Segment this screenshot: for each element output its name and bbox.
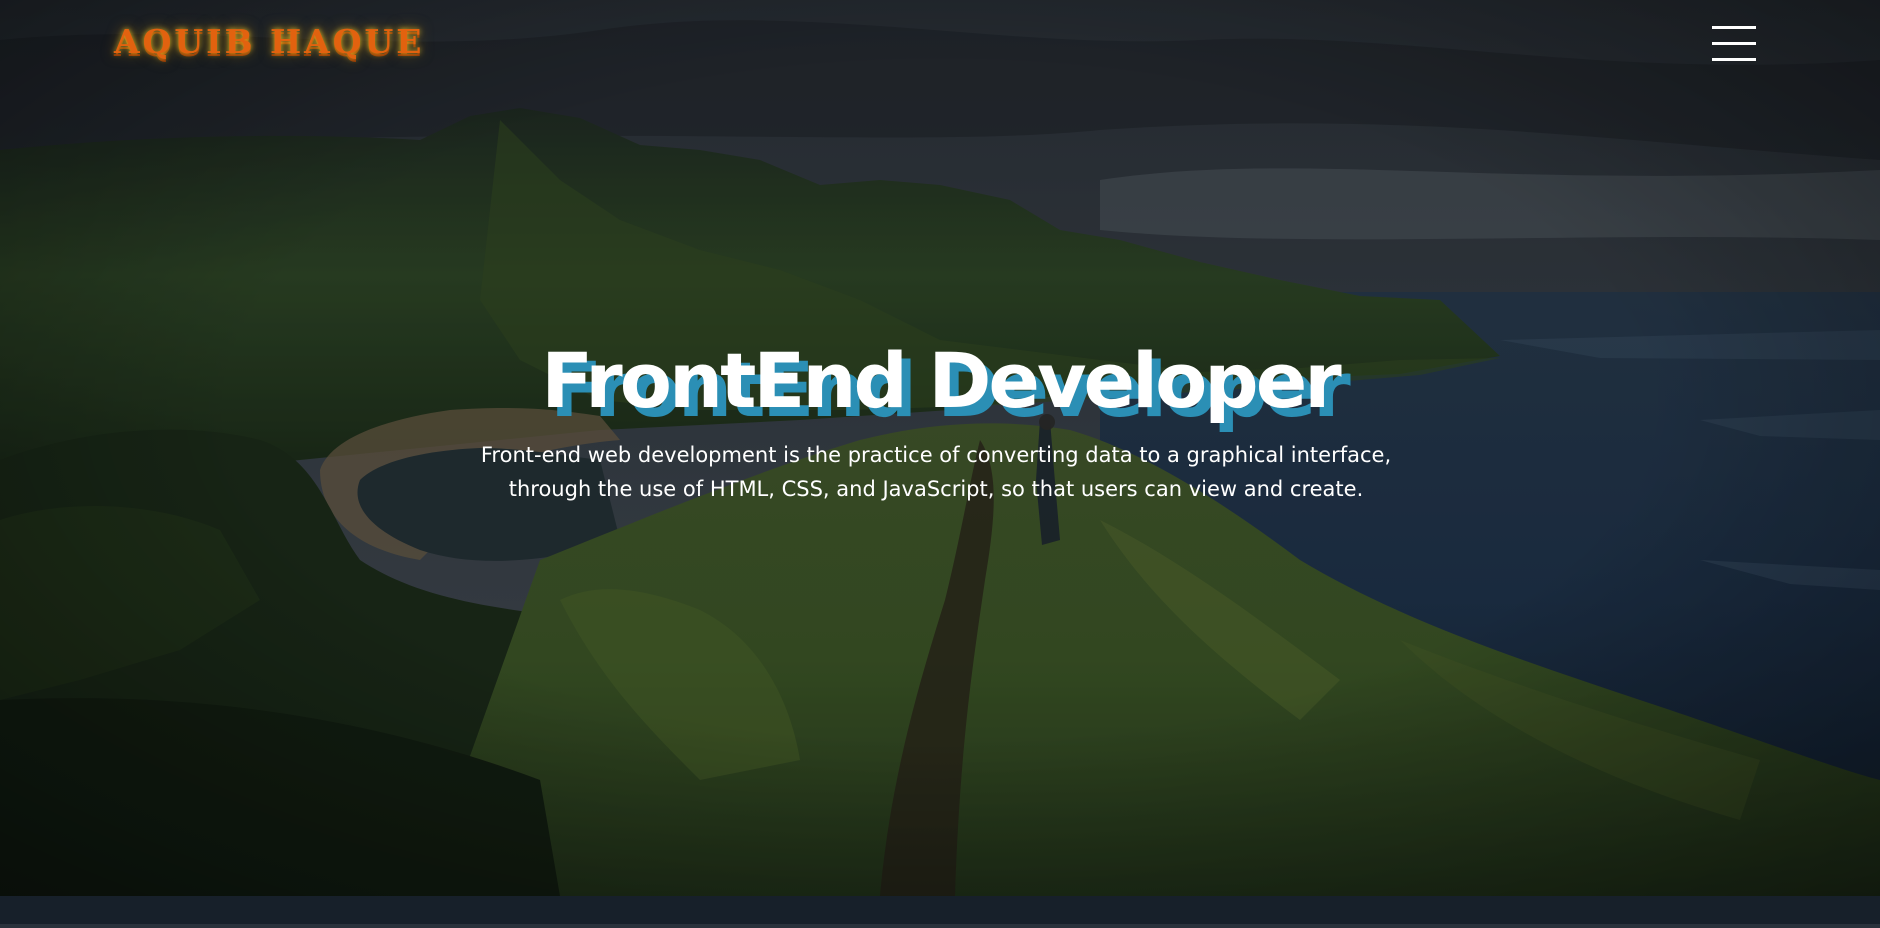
site-logo[interactable]: AQUIB HAQUE <box>114 22 424 61</box>
hamburger-menu-icon[interactable] <box>1708 24 1756 66</box>
footer-divider <box>0 924 1880 928</box>
menu-bar <box>1712 58 1756 61</box>
hero-title: FrontEnd Developer <box>541 336 1341 425</box>
hero-section: AQUIB HAQUE FrontEnd Developer Front-end… <box>0 0 1880 896</box>
menu-bar <box>1712 26 1756 29</box>
hero-description: Front-end web development is the practic… <box>480 443 1392 501</box>
page-footer-strip <box>0 896 1880 924</box>
menu-bar <box>1712 42 1756 45</box>
